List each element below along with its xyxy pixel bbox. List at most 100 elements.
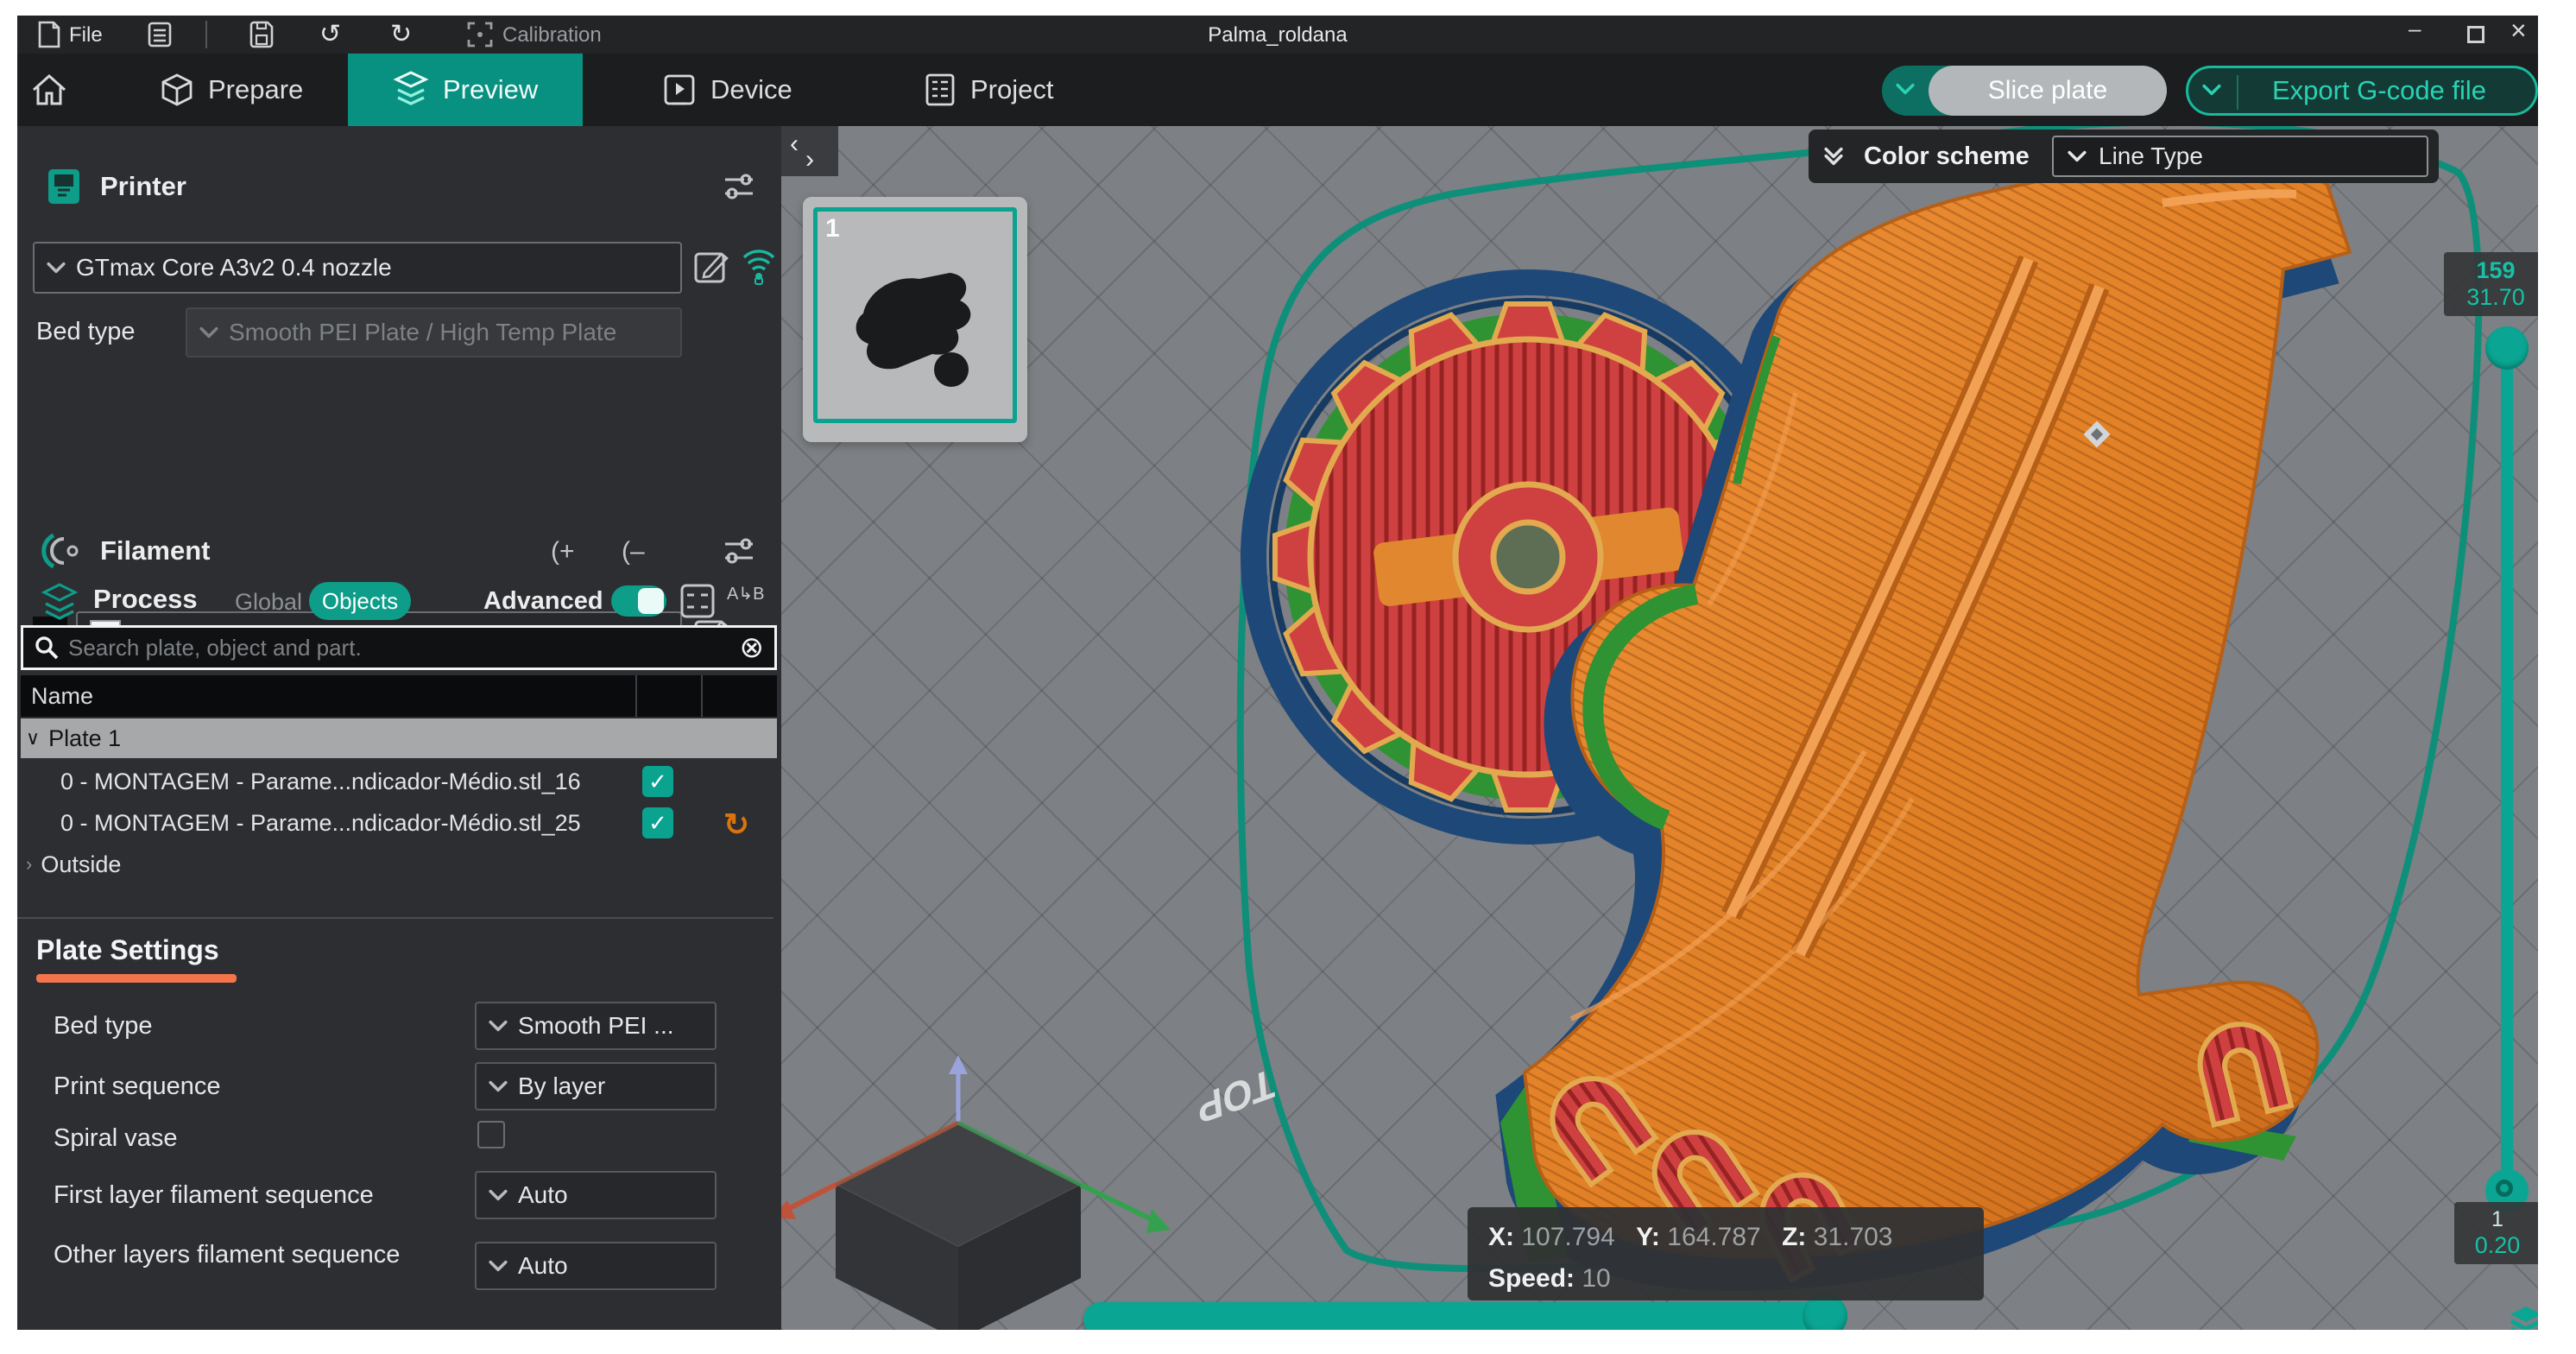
ps-bed-chevron: [489, 1020, 508, 1032]
process-scope-global[interactable]: Global: [235, 589, 302, 616]
prepare-cube-icon: [160, 73, 194, 107]
tree-column-divider: [701, 675, 703, 717]
layer-slider-top-handle[interactable]: [2485, 326, 2529, 370]
object-row-label: 0 - MONTAGEM - Parame...ndicador-Médio.s…: [21, 769, 581, 795]
minimize-button[interactable]: –: [2409, 17, 2421, 40]
gcode-preview-scene[interactable]: TOP: [781, 126, 2538, 1330]
slice-dropdown-icon[interactable]: [1896, 83, 1915, 95]
color-scheme-chevron: [2068, 150, 2087, 162]
export-gcode-button[interactable]: Export G-code file: [2186, 66, 2538, 116]
nav-cube-top-label: TOP: [1196, 1060, 1277, 1133]
ps-print-seq-select[interactable]: By layer: [475, 1062, 717, 1110]
advanced-label: Advanced: [483, 587, 603, 616]
search-icon: [34, 635, 60, 661]
bed-type-select[interactable]: Smooth PEI Plate / High Temp Plate: [186, 307, 682, 357]
ps-other-seq-select[interactable]: Auto: [475, 1242, 717, 1290]
ps-print-seq-value: By layer: [518, 1072, 605, 1100]
layer-slider-lock-icon: [2496, 1180, 2513, 1197]
object-visible-checkbox[interactable]: ✓: [642, 766, 673, 797]
object-modified-sync-icon[interactable]: ↻: [723, 807, 749, 843]
twisty-closed-icon[interactable]: ›: [26, 853, 32, 876]
tree-row-object[interactable]: 0 - MONTAGEM - Parame...ndicador-Médio.s…: [21, 803, 777, 843]
bottom-layer-height: 0.20: [2461, 1232, 2534, 1259]
add-filament-icon[interactable]: (+: [551, 537, 575, 566]
printer-settings-icon[interactable]: [722, 169, 756, 204]
wifi-connection-icon[interactable]: [741, 245, 777, 285]
object-row-label: 0 - MONTAGEM - Parame...ndicador-Médio.s…: [21, 810, 581, 837]
bed-type-label: Bed type: [36, 318, 135, 346]
ps-bed-type-label: Bed type: [54, 1012, 152, 1041]
nav-cube[interactable]: TOP: [781, 1055, 1277, 1330]
speed-value: 10: [1582, 1264, 1610, 1293]
printer-select-chevron: [47, 262, 66, 274]
x-value: 107.794: [1521, 1223, 1614, 1251]
ps-first-seq-chevron: [489, 1189, 508, 1201]
tab-project[interactable]: Project: [924, 54, 1053, 126]
ps-bed-type-select[interactable]: Smooth PEI ...: [475, 1002, 717, 1050]
process-scope-objects[interactable]: Objects: [309, 582, 411, 620]
search-box[interactable]: ⊗: [21, 625, 777, 670]
layer-slider-track[interactable]: [2501, 347, 2513, 1207]
outside-row-label: Outside: [41, 851, 121, 878]
remove-filament-icon[interactable]: (–: [622, 537, 645, 566]
filament-settings-icon[interactable]: [722, 534, 756, 568]
spiral-vase-checkbox[interactable]: [477, 1121, 505, 1148]
printer-icon: [45, 168, 83, 206]
edit-printer-icon[interactable]: [692, 247, 730, 285]
objects-table-icon[interactable]: [679, 582, 717, 620]
tree-row-plate[interactable]: ∨ Plate 1: [21, 718, 777, 758]
tab-device[interactable]: Device: [662, 54, 792, 126]
left-sidebar: Printer GTmax Core A3v2 0.4 nozzle Bed t…: [17, 126, 781, 1330]
gcode-preview-viewport[interactable]: TOP ‹ › 1 Color scheme: [781, 126, 2538, 1330]
device-monitor-icon: [662, 73, 697, 107]
tab-project-label: Project: [970, 74, 1053, 105]
object-visible-checkbox[interactable]: ✓: [642, 807, 673, 838]
search-input[interactable]: [68, 635, 731, 661]
plate-settings-title: Plate Settings: [36, 934, 219, 966]
top-layer-height: 31.70: [2451, 284, 2538, 311]
top-layer-number: 159: [2451, 257, 2538, 284]
sidebar-collapse-button[interactable]: ‹ ›: [781, 126, 838, 176]
tab-preview-label: Preview: [443, 74, 538, 105]
app-window: File ↺ ↻ Calibration Palma_roldana – × P…: [17, 16, 2538, 1330]
tree-row-object[interactable]: 0 - MONTAGEM - Parame...ndicador-Médio.s…: [21, 762, 777, 801]
ps-spiral-label: Spiral vase: [54, 1124, 177, 1153]
plate-row-label: Plate 1: [48, 725, 121, 752]
double-chevron-icon[interactable]: [1824, 147, 1843, 166]
printer-preset-select[interactable]: GTmax Core A3v2 0.4 nozzle: [33, 242, 682, 294]
ps-other-seq-label: Other layers filament sequence: [54, 1238, 425, 1272]
sort-ab-icon[interactable]: A↳B: [727, 585, 764, 603]
export-separator: [2237, 75, 2238, 110]
project-list-icon: [924, 73, 957, 107]
plate-thumbnail[interactable]: 1: [803, 197, 1027, 442]
maximize-button[interactable]: [2467, 26, 2484, 43]
tab-device-label: Device: [710, 74, 792, 105]
color-scheme-select[interactable]: Line Type: [2052, 136, 2428, 177]
layer-slider-top-tooltip: 159 31.70: [2444, 252, 2538, 316]
slice-plate-label[interactable]: Slice plate: [1929, 66, 2167, 116]
ps-first-seq-select[interactable]: Auto: [475, 1171, 717, 1219]
ps-other-seq-value: Auto: [518, 1252, 568, 1280]
export-dropdown-icon[interactable]: [2202, 84, 2221, 96]
export-gcode-label[interactable]: Export G-code file: [2188, 75, 2535, 106]
tree-row-outside[interactable]: › Outside: [21, 845, 777, 884]
layer-slider-bottom-tooltip: 1 0.20: [2454, 1202, 2538, 1264]
chevron-right-icon: ›: [805, 145, 814, 174]
process-section-title: Process: [93, 584, 198, 615]
slice-plate-button[interactable]: Slice plate: [1882, 66, 2167, 116]
close-button[interactable]: ×: [2510, 19, 2527, 41]
z-value: 31.703: [1814, 1223, 1893, 1251]
main-tab-bar: Prepare Preview Device Project Slice pla…: [17, 54, 2538, 126]
home-icon[interactable]: [30, 73, 68, 107]
tab-preview[interactable]: Preview: [348, 54, 583, 126]
twisty-open-icon[interactable]: ∨: [26, 727, 40, 750]
layers-icon[interactable]: [2506, 1304, 2538, 1330]
moves-slider-track[interactable]: [1083, 1302, 1830, 1330]
screenshot-stage: File ↺ ↻ Calibration Palma_roldana – × P…: [0, 0, 2576, 1354]
color-scheme-bar: Color scheme Line Type: [1809, 130, 2439, 183]
ps-other-seq-chevron: [489, 1260, 508, 1272]
advanced-toggle[interactable]: [611, 585, 666, 617]
tab-prepare[interactable]: Prepare: [160, 54, 303, 126]
search-clear-icon[interactable]: ⊗: [740, 633, 765, 662]
tree-column-divider: [635, 675, 637, 717]
